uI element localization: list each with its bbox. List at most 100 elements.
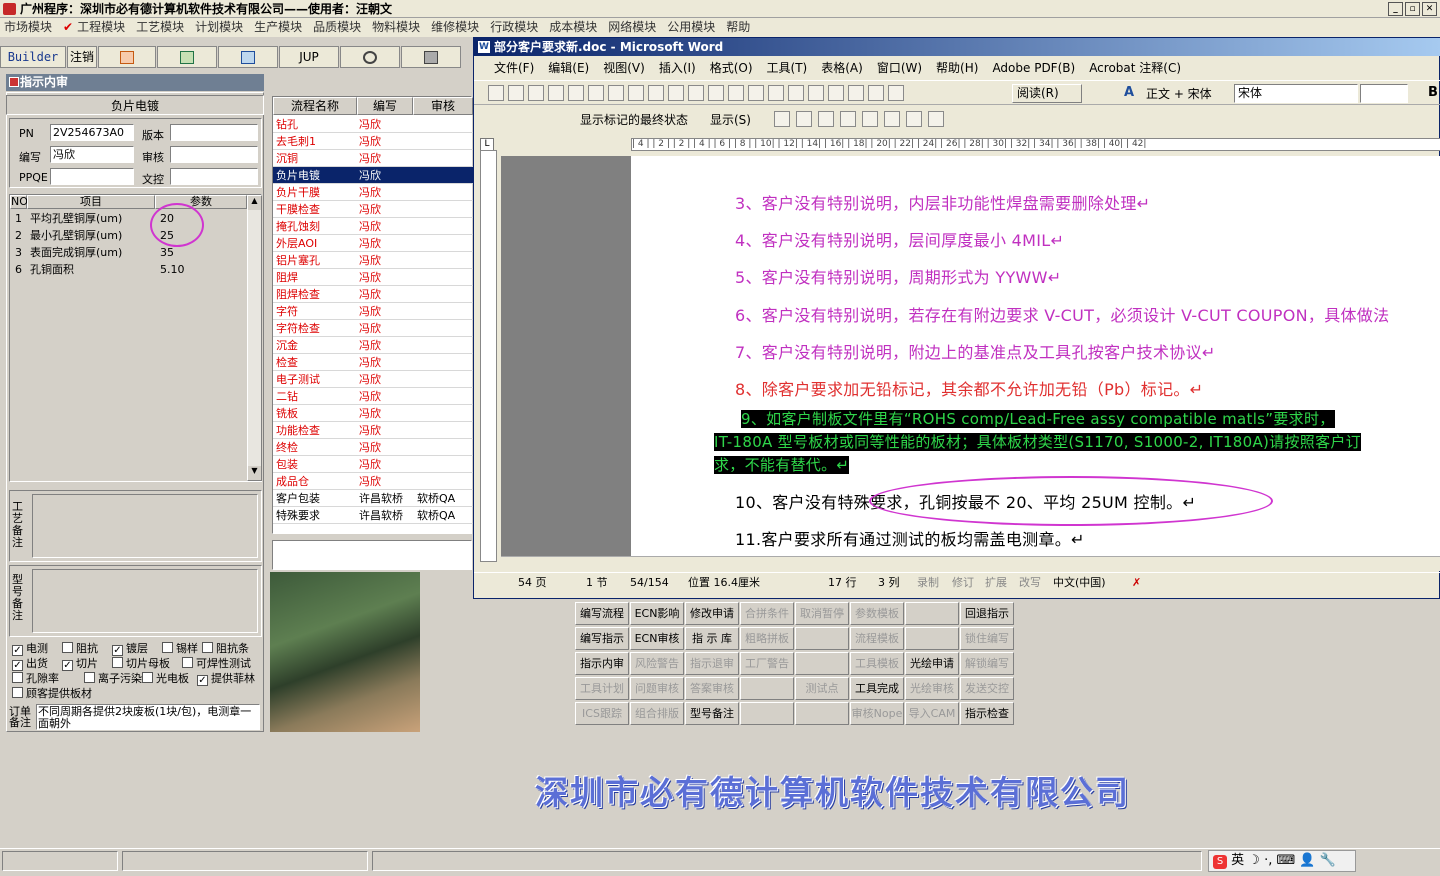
menu-item[interactable]: 工艺模块 [136,18,184,37]
logout-button[interactable]: 注销 [67,46,97,68]
process-row[interactable]: 字符检查 冯欣 [273,320,473,337]
word-menu-item[interactable]: 文件(F) [494,58,534,78]
horizontal-scrollbar[interactable] [501,556,1440,571]
command-button[interactable]: 修改申请 [685,602,739,625]
reject-change-icon[interactable] [840,111,856,127]
checkbox-icon[interactable] [162,642,173,653]
menu-item[interactable]: 行政模块 [490,18,538,37]
menu-item[interactable]: 工程模块 [77,18,125,37]
print-icon[interactable] [568,85,584,101]
command-button[interactable]: 问题审核 [630,677,684,700]
bold-button[interactable]: B [1428,85,1438,100]
scroll-up-icon[interactable]: ▲ [248,196,261,210]
option-checkbox[interactable]: 孔隙率 [12,670,59,686]
scroll-down-icon[interactable]: ▼ [248,466,261,480]
command-button[interactable]: 审核Nope [850,702,904,725]
excel-button[interactable] [157,46,217,68]
command-button[interactable]: ECN影响 [630,602,684,625]
status-rev[interactable]: 修订 [952,573,974,593]
markup-state-dropdown[interactable]: 显示标记的最终状态 [580,111,688,128]
help-icon[interactable] [888,85,904,101]
status-rec[interactable]: 录制 [917,573,939,593]
spellcheck-icon[interactable]: ✗ [1132,573,1141,593]
checkbox-icon[interactable] [12,687,23,698]
process-row[interactable]: 阻焊检查 冯欣 [273,286,473,303]
restore-button[interactable]: ▫ [1405,2,1420,16]
command-button[interactable]: 合拼条件 [740,602,794,625]
command-button[interactable]: 编写指示 [575,627,629,650]
command-button[interactable]: 答案审核 [685,677,739,700]
ime-mode[interactable]: 英 [1231,853,1244,868]
command-button[interactable]: 指示内审 [575,652,629,675]
close-button[interactable]: ✕ [1422,2,1437,16]
command-button[interactable]: 指 示 库 [685,627,739,650]
word-menu-item[interactable]: 视图(V) [603,58,645,78]
review-field[interactable] [170,146,258,163]
user-icon[interactable]: 👤 [1299,853,1315,868]
word-button[interactable] [218,46,278,68]
spell-icon[interactable] [608,85,624,101]
minimize-button[interactable]: _ [1388,2,1403,16]
status-ovr[interactable]: 改写 [1019,573,1041,593]
ime-toolbar[interactable]: S 英 ☽ ·, ⌨ 👤 🔧 [1208,850,1356,872]
pn-field[interactable]: 2V254673A0 [50,124,134,141]
command-button[interactable]: 工具模板 [850,652,904,675]
command-button[interactable]: 工具计划 [575,677,629,700]
comment-icon[interactable] [862,111,878,127]
command-button[interactable] [740,702,794,725]
command-button[interactable] [905,627,959,650]
process-row[interactable]: 去毛刺1 冯欣 [273,133,473,150]
process-row[interactable]: 钻孔 冯欣 [273,116,473,133]
option-checkbox[interactable]: 阻抗条 [202,640,249,656]
process-row[interactable]: 二钻 冯欣 [273,388,473,405]
command-button[interactable]: 锁住编写 [960,627,1014,650]
word-menu-item[interactable]: 插入(I) [659,58,696,78]
word-menu-item[interactable]: 格式(O) [710,58,753,78]
command-button[interactable] [795,702,849,725]
keyboard-icon[interactable]: ⌨ [1277,853,1296,868]
menu-item[interactable]: 网络模块 [608,18,656,37]
font-box[interactable]: 宋体 [1234,84,1358,103]
style-box[interactable]: 正文 + 宋体 [1146,85,1212,102]
horizontal-ruler[interactable]: | 4 | | 2 | | 2 | | 4 | | 6 | | 8 | | 10… [631,138,1440,151]
moon-icon[interactable]: ☽ [1248,853,1260,868]
option-checkbox[interactable]: 锡样 [162,640,198,656]
ppt-button[interactable] [98,46,156,68]
docmap-icon[interactable] [868,85,884,101]
option-checkbox[interactable]: ✓ 出货 [12,655,48,671]
option-checkbox[interactable]: 阻抗 [62,640,98,656]
process-row[interactable]: 电子测试 冯欣 [273,371,473,388]
version-field[interactable] [170,124,258,141]
process-row[interactable]: 负片电镀 冯欣 [273,167,473,184]
prev-change-icon[interactable] [774,111,790,127]
command-button[interactable] [795,652,849,675]
command-button[interactable]: 光绘申请 [905,652,959,675]
process-row[interactable]: 铝片塞孔 冯欣 [273,252,473,269]
process-row[interactable]: 沉金 冯欣 [273,337,473,354]
show-dropdown[interactable]: 显示(S) [710,111,751,128]
word-menu-item[interactable]: 工具(T) [767,58,808,78]
command-button[interactable]: 工厂警告 [740,652,794,675]
command-button[interactable]: 导入CAM [905,702,959,725]
option-checkbox[interactable]: 顾客提供板材 [12,685,92,701]
editor-field[interactable]: 冯欣 [50,146,134,163]
checkbox-icon[interactable] [202,642,213,653]
columns-icon[interactable] [828,85,844,101]
checkbox-icon[interactable] [62,642,73,653]
checkbox-icon[interactable] [182,657,193,668]
word-menu-item[interactable]: Adobe PDF(B) [992,58,1075,78]
command-button[interactable]: ECN审核 [630,627,684,650]
process-row[interactable]: 外层AOI 冯欣 [273,235,473,252]
command-button[interactable]: 参数模板 [850,602,904,625]
command-button[interactable] [795,627,849,650]
preview-icon[interactable] [588,85,604,101]
tracking-icon[interactable] [906,111,922,127]
process-row[interactable]: 成品仓 冯欣 [273,473,473,490]
trash-button[interactable] [401,46,461,68]
word-menu-item[interactable]: 帮助(H) [936,58,978,78]
param-row[interactable]: 1 平均孔壁铜厚(um) 20 [10,210,247,227]
option-checkbox[interactable]: 离子污染 [84,670,142,686]
word-menu-item[interactable]: Acrobat 注释(C) [1089,58,1181,78]
option-checkbox[interactable]: 光电板 [142,670,189,686]
ppqe-field[interactable] [50,168,134,185]
